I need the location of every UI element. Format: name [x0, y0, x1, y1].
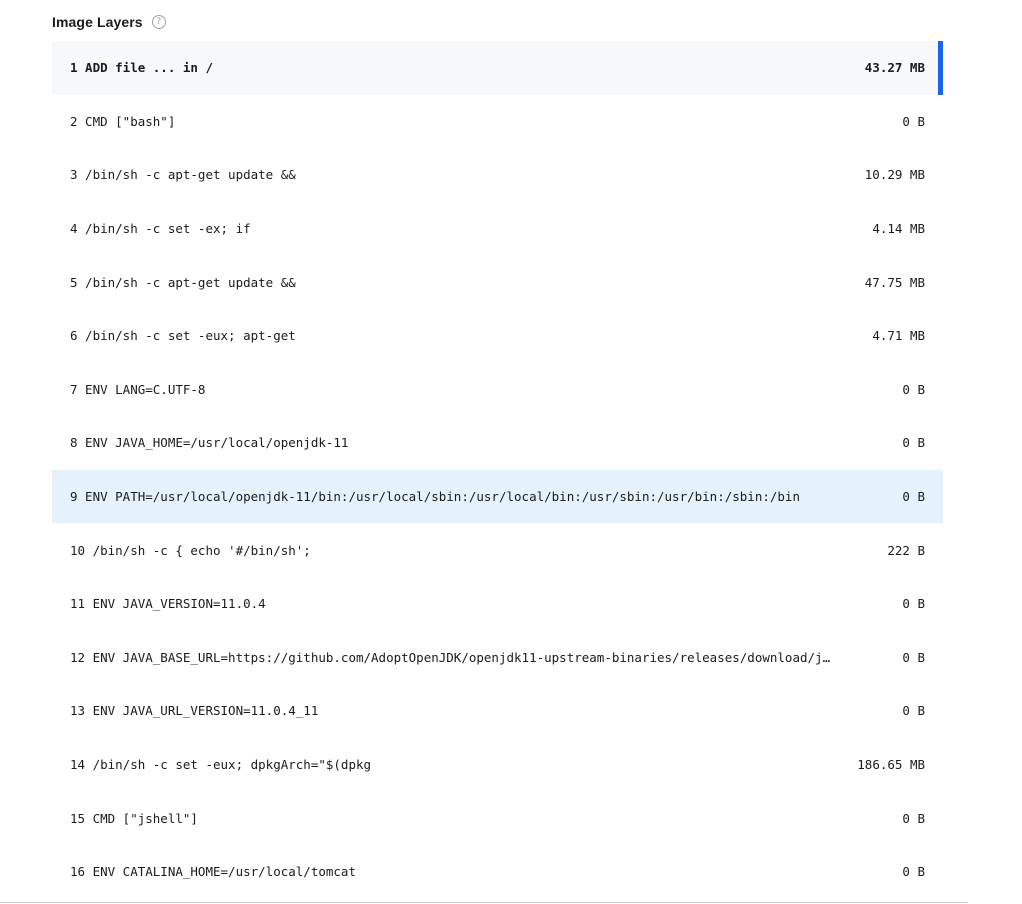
- layer-size: 0 B: [902, 596, 925, 612]
- layer-command: 1 ADD file ... in /: [70, 60, 213, 76]
- layer-row[interactable]: 5 /bin/sh -c apt-get update && 47.75 MB: [52, 255, 943, 309]
- layer-row[interactable]: 16 ENV CATALINA_HOME=/usr/local/tomcat 0 …: [52, 845, 943, 899]
- page-title: Image Layers: [52, 14, 143, 30]
- layer-row[interactable]: 1 ADD file ... in / 43.27 MB: [52, 41, 943, 95]
- image-layers-panel: Image Layers ? 1 ADD file ... in / 43.27 …: [0, 0, 1022, 904]
- layer-command: 11 ENV JAVA_VERSION=11.0.4: [70, 596, 266, 612]
- layer-command: 10 /bin/sh -c { echo '#/bin/sh';: [70, 542, 311, 558]
- layer-row[interactable]: 13 ENV JAVA_URL_VERSION=11.0.4_11 0 B: [52, 684, 943, 738]
- layer-command: 8 ENV JAVA_HOME=/usr/local/openjdk-11: [70, 435, 349, 451]
- layer-command: 4 /bin/sh -c set -ex; if: [70, 221, 251, 237]
- layer-size: 0 B: [902, 810, 925, 826]
- layer-size: 4.14 MB: [872, 221, 925, 237]
- layer-command: 12 ENV JAVA_BASE_URL=https://github.com/…: [70, 649, 831, 665]
- layer-row[interactable]: 7 ENV LANG=C.UTF-8 0 B: [52, 363, 943, 417]
- image-layers-header: Image Layers ?: [52, 11, 166, 33]
- layer-size: 0 B: [902, 649, 925, 665]
- layer-size: 186.65 MB: [857, 757, 925, 773]
- layer-row[interactable]: 8 ENV JAVA_HOME=/usr/local/openjdk-11 0 B: [52, 416, 943, 470]
- layer-row[interactable]: 3 /bin/sh -c apt-get update && 10.29 MB: [52, 148, 943, 202]
- layer-command: 6 /bin/sh -c set -eux; apt-get: [70, 328, 296, 344]
- layer-command: 5 /bin/sh -c apt-get update &&: [70, 274, 296, 290]
- layer-command: 13 ENV JAVA_URL_VERSION=11.0.4_11: [70, 703, 319, 719]
- layer-size: 0 B: [902, 381, 925, 397]
- layer-size: 0 B: [902, 703, 925, 719]
- help-circle-icon[interactable]: ?: [151, 15, 166, 29]
- layer-row[interactable]: 6 /bin/sh -c set -eux; apt-get 4.71 MB: [52, 309, 943, 363]
- layer-row[interactable]: 14 /bin/sh -c set -eux; dpkgArch="$(dpkg…: [52, 738, 943, 792]
- layer-size: 0 B: [902, 864, 925, 880]
- layer-command: 15 CMD ["jshell"]: [70, 810, 198, 826]
- layer-size: 10.29 MB: [864, 167, 925, 183]
- divider: [0, 902, 968, 903]
- layer-size: 0 B: [902, 489, 925, 505]
- layer-command: 16 ENV CATALINA_HOME=/usr/local/tomcat: [70, 864, 356, 880]
- layer-command: 14 /bin/sh -c set -eux; dpkgArch="$(dpkg: [70, 757, 372, 773]
- layer-row[interactable]: 10 /bin/sh -c { echo '#/bin/sh'; 222 B: [52, 523, 943, 577]
- layer-command: 3 /bin/sh -c apt-get update &&: [70, 167, 296, 183]
- layer-command: 2 CMD ["bash"]: [70, 113, 176, 129]
- layer-row[interactable]: 11 ENV JAVA_VERSION=11.0.4 0 B: [52, 577, 943, 631]
- layer-command: 7 ENV LANG=C.UTF-8: [70, 381, 206, 397]
- layer-size: 43.27 MB: [864, 60, 925, 76]
- layer-size: 222 B: [887, 542, 925, 558]
- layer-size: 0 B: [902, 435, 925, 451]
- layer-row[interactable]: 12 ENV JAVA_BASE_URL=https://github.com/…: [52, 631, 943, 685]
- layer-size: 0 B: [902, 113, 925, 129]
- layer-row[interactable]: 2 CMD ["bash"] 0 B: [52, 95, 943, 149]
- layer-list: 1 ADD file ... in / 43.27 MB 2 CMD ["bash"…: [52, 41, 943, 899]
- layer-command: 9 ENV PATH=/usr/local/openjdk-11/bin:/us…: [70, 489, 800, 505]
- layer-row[interactable]: 4 /bin/sh -c set -ex; if 4.14 MB: [52, 202, 943, 256]
- layer-size: 4.71 MB: [872, 328, 925, 344]
- layer-size: 47.75 MB: [864, 274, 925, 290]
- layer-row[interactable]: 9 ENV PATH=/usr/local/openjdk-11/bin:/us…: [52, 469, 943, 524]
- layer-row[interactable]: 15 CMD ["jshell"] 0 B: [52, 791, 943, 845]
